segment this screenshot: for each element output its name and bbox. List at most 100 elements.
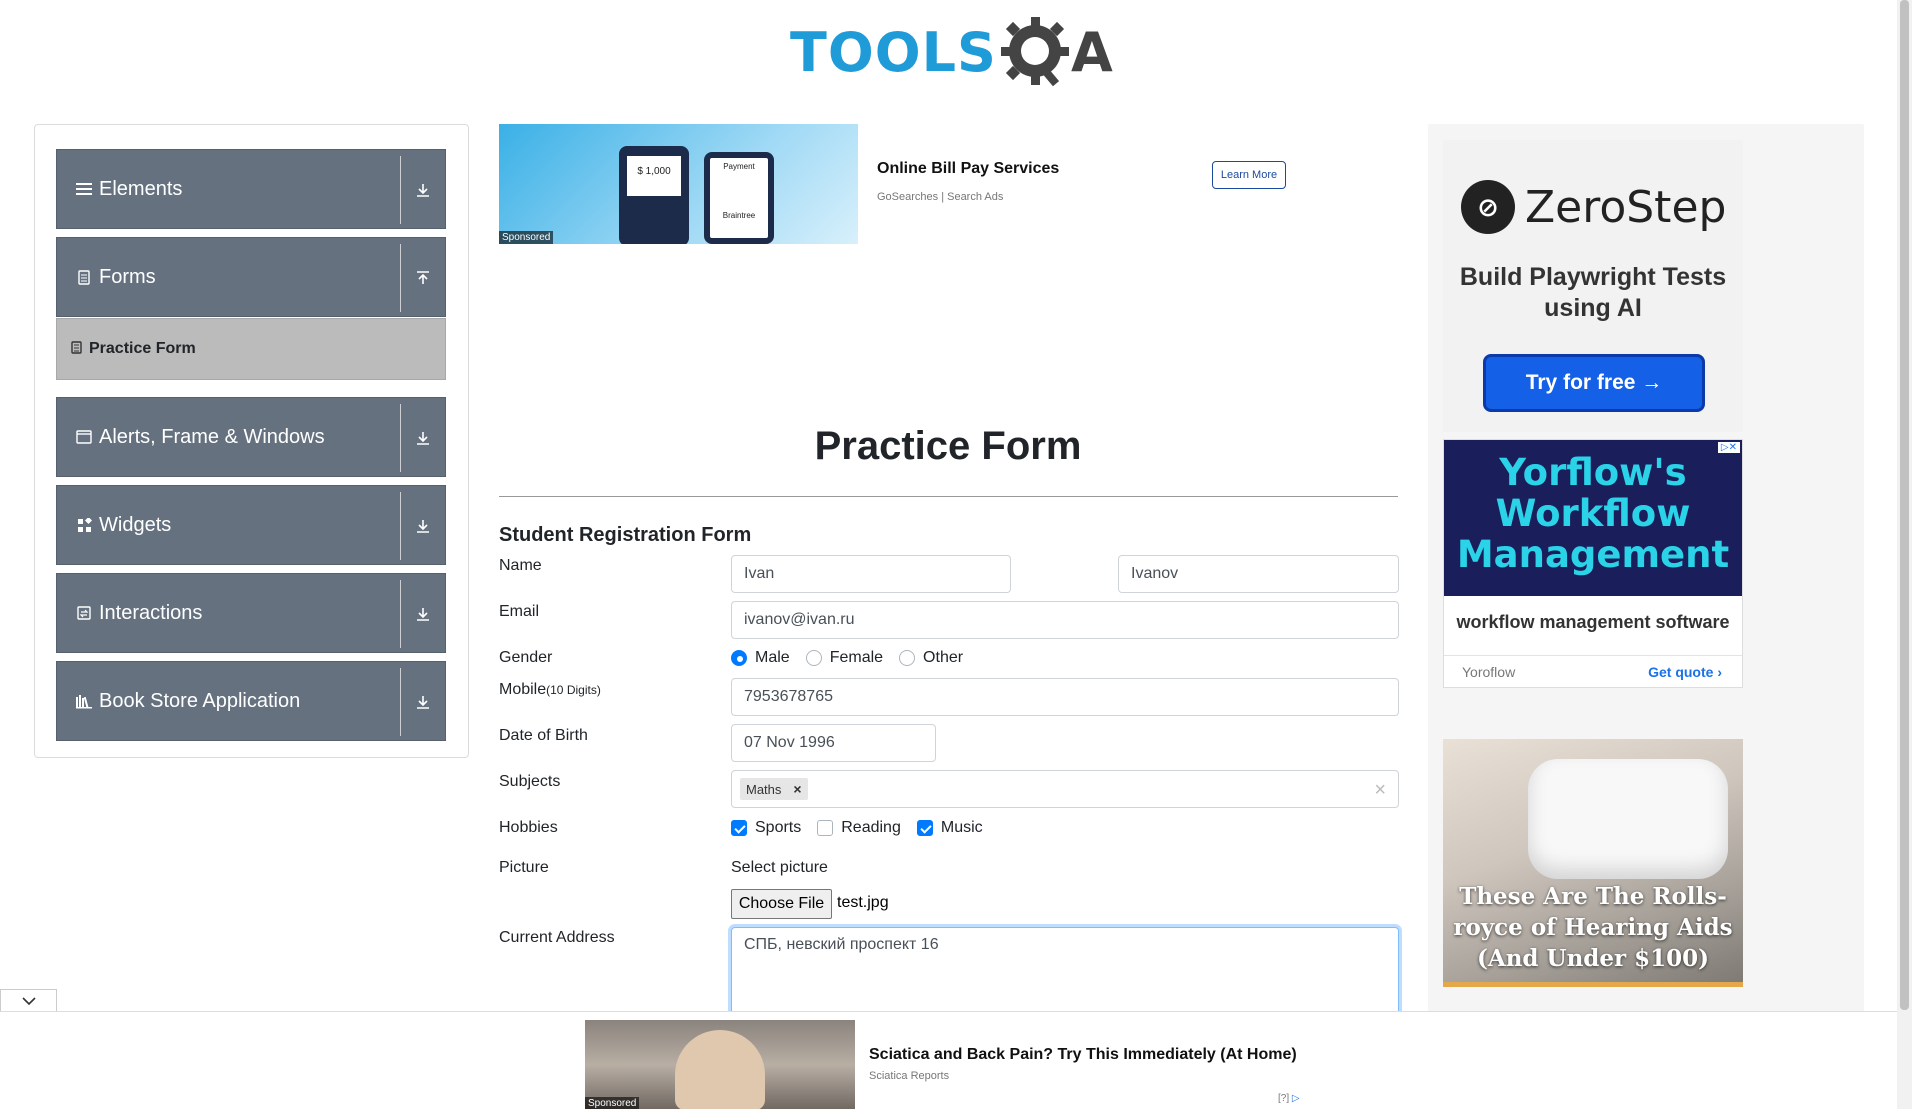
divider bbox=[1444, 655, 1742, 656]
sponsored-tag: Sponsored bbox=[499, 231, 554, 244]
collapse-ad-button[interactable] bbox=[0, 989, 57, 1012]
sidebar-group-label: Widgets bbox=[99, 513, 172, 536]
get-quote-link[interactable]: Get quote › bbox=[1648, 664, 1722, 680]
sidebar-group-forms[interactable]: Forms bbox=[56, 237, 446, 317]
bookstore-icon bbox=[75, 692, 93, 710]
hobby-reading[interactable]: Reading bbox=[817, 819, 901, 837]
top-ad-image[interactable]: $ 1,000 Payment Braintree Sponsored bbox=[499, 124, 858, 244]
remove-chip-icon[interactable]: × bbox=[793, 781, 801, 797]
gender-radio-group: Male Female Other bbox=[731, 649, 979, 667]
email-input[interactable]: ivanov@ivan.ru bbox=[731, 601, 1399, 639]
adchoices-triangle-icon: ▷ bbox=[1291, 1093, 1300, 1104]
expand-down-icon[interactable] bbox=[411, 178, 435, 202]
checkbox-label: Sports bbox=[755, 819, 802, 836]
radio-button[interactable] bbox=[899, 650, 916, 666]
zerostep-ad[interactable]: ⊘ ZeroStep Build Playwright Tests using … bbox=[1443, 140, 1743, 432]
phone-illustration: Payment Braintree bbox=[704, 152, 774, 244]
yorflow-ad[interactable]: Yorflow's Workflow Management ▷✕ workflo… bbox=[1443, 439, 1743, 688]
document-icon bbox=[75, 268, 93, 286]
mobile-label: Mobile(10 Digits) bbox=[499, 681, 601, 699]
sidebar-group-interactions[interactable]: Interactions bbox=[56, 573, 446, 653]
learn-more-button[interactable]: Learn More bbox=[1212, 161, 1286, 189]
sidebar-group-label: Interactions bbox=[99, 601, 203, 624]
subject-chip: Maths × bbox=[740, 778, 808, 800]
select-picture-label: Select picture bbox=[731, 859, 828, 876]
logo-gear-icon bbox=[999, 15, 1075, 91]
gender-option-male[interactable]: Male bbox=[731, 649, 790, 667]
chevron-right-icon: › bbox=[1717, 664, 1722, 680]
hobby-sports[interactable]: Sports bbox=[731, 819, 801, 837]
expand-down-icon[interactable] bbox=[411, 602, 435, 626]
sidebar-group-widgets[interactable]: Widgets bbox=[56, 485, 446, 565]
mobile-input[interactable]: 7953678765 bbox=[731, 678, 1399, 716]
checkbox-label: Reading bbox=[841, 819, 901, 836]
hearing-aid-headline: These Are The Rolls-royce of Hearing Aid… bbox=[1453, 883, 1733, 972]
window-icon bbox=[75, 428, 93, 446]
email-label: Email bbox=[499, 603, 540, 620]
sidebar-item-label: Practice Form bbox=[89, 340, 196, 357]
page-title: Practice Form bbox=[814, 424, 1082, 468]
chevron-down-icon bbox=[21, 997, 36, 1005]
bottom-ad-source: Sciatica Reports bbox=[869, 1070, 950, 1082]
top-ad-title[interactable]: Online Bill Pay Services bbox=[877, 160, 1059, 178]
form-title: Student Registration Form bbox=[499, 524, 752, 546]
bottom-ad-bar[interactable]: Sponsored Sciatica and Back Pain? Try Th… bbox=[0, 1011, 1897, 1109]
bottom-ad-title[interactable]: Sciatica and Back Pain? Try This Immedia… bbox=[869, 1046, 1297, 1064]
zerostep-tagline: Build Playwright Tests using AI bbox=[1459, 263, 1727, 322]
first-name-input[interactable]: Ivan bbox=[731, 555, 1011, 593]
checkbox[interactable] bbox=[817, 820, 834, 836]
zerostep-brand: ZeroStep bbox=[1525, 181, 1727, 233]
adchoices-icon[interactable]: [?] ▷ bbox=[1278, 1093, 1300, 1104]
radio-button[interactable] bbox=[805, 650, 822, 666]
date-of-birth-input[interactable]: 07 Nov 1996 bbox=[731, 724, 936, 762]
checkbox[interactable] bbox=[731, 820, 747, 836]
sidebar-group-alerts[interactable]: Alerts, Frame & Windows bbox=[56, 397, 446, 477]
sidebar-group-elements[interactable]: Elements bbox=[56, 149, 446, 229]
radio-label: Other bbox=[923, 649, 964, 666]
radio-label: Female bbox=[829, 649, 884, 666]
collapse-up-icon[interactable] bbox=[411, 266, 435, 290]
divider bbox=[400, 404, 401, 472]
expand-down-icon[interactable] bbox=[411, 426, 435, 450]
toolsqa-logo[interactable]: TOOLS A bbox=[790, 15, 1113, 91]
radio-button[interactable] bbox=[731, 650, 747, 666]
radio-label: Male bbox=[755, 649, 790, 666]
mobile-hint: (10 Digits) bbox=[546, 683, 601, 697]
adchoices-icon[interactable]: ▷✕ bbox=[1717, 442, 1740, 453]
clear-icon[interactable]: × bbox=[1374, 779, 1386, 802]
gender-label: Gender bbox=[499, 649, 553, 666]
sidebar-group-label: Forms bbox=[99, 265, 156, 288]
adchoice-label: [?] bbox=[1278, 1093, 1290, 1104]
phone-illustration: $ 1,000 bbox=[619, 146, 689, 244]
sidebar: Elements Forms Practice Form Alerts, Fra… bbox=[34, 124, 469, 758]
name-label: Name bbox=[499, 557, 542, 574]
sidebar-group-bookstore[interactable]: Book Store Application bbox=[56, 661, 446, 741]
try-for-free-button[interactable]: Try for free → bbox=[1483, 354, 1705, 412]
sponsored-tag: Sponsored bbox=[585, 1097, 640, 1109]
gender-option-female[interactable]: Female bbox=[805, 649, 884, 667]
hearing-aid-ad[interactable]: These Are The Rolls-royce of Hearing Aid… bbox=[1443, 739, 1743, 987]
sidebar-group-label: Elements bbox=[99, 177, 183, 200]
sidebar-item-practice-form[interactable]: Practice Form bbox=[56, 318, 446, 380]
expand-down-icon[interactable] bbox=[411, 690, 435, 714]
form-icon bbox=[71, 341, 82, 357]
checkbox-label: Music bbox=[940, 819, 983, 836]
divider bbox=[400, 244, 401, 312]
hobby-music[interactable]: Music bbox=[916, 819, 983, 837]
logo-accent: A bbox=[1070, 21, 1113, 84]
vertical-scrollbar[interactable] bbox=[1897, 0, 1912, 1109]
interactions-icon bbox=[75, 604, 93, 622]
divider bbox=[400, 668, 401, 736]
logo-text: TOOLS bbox=[790, 21, 997, 84]
gender-option-other[interactable]: Other bbox=[899, 649, 963, 667]
scrollbar-thumb[interactable] bbox=[1900, 0, 1909, 1010]
checkbox[interactable] bbox=[916, 820, 933, 836]
earbud-case-image bbox=[1528, 759, 1728, 879]
expand-down-icon[interactable] bbox=[411, 514, 435, 538]
last-name-input[interactable]: Ivanov bbox=[1118, 555, 1399, 593]
zerostep-logo-icon: ⊘ bbox=[1461, 180, 1515, 234]
choose-file-button[interactable]: Choose File bbox=[731, 889, 832, 919]
divider bbox=[400, 492, 401, 560]
card-brand: Braintree bbox=[722, 211, 756, 220]
subjects-input[interactable]: Maths × × bbox=[731, 770, 1399, 808]
